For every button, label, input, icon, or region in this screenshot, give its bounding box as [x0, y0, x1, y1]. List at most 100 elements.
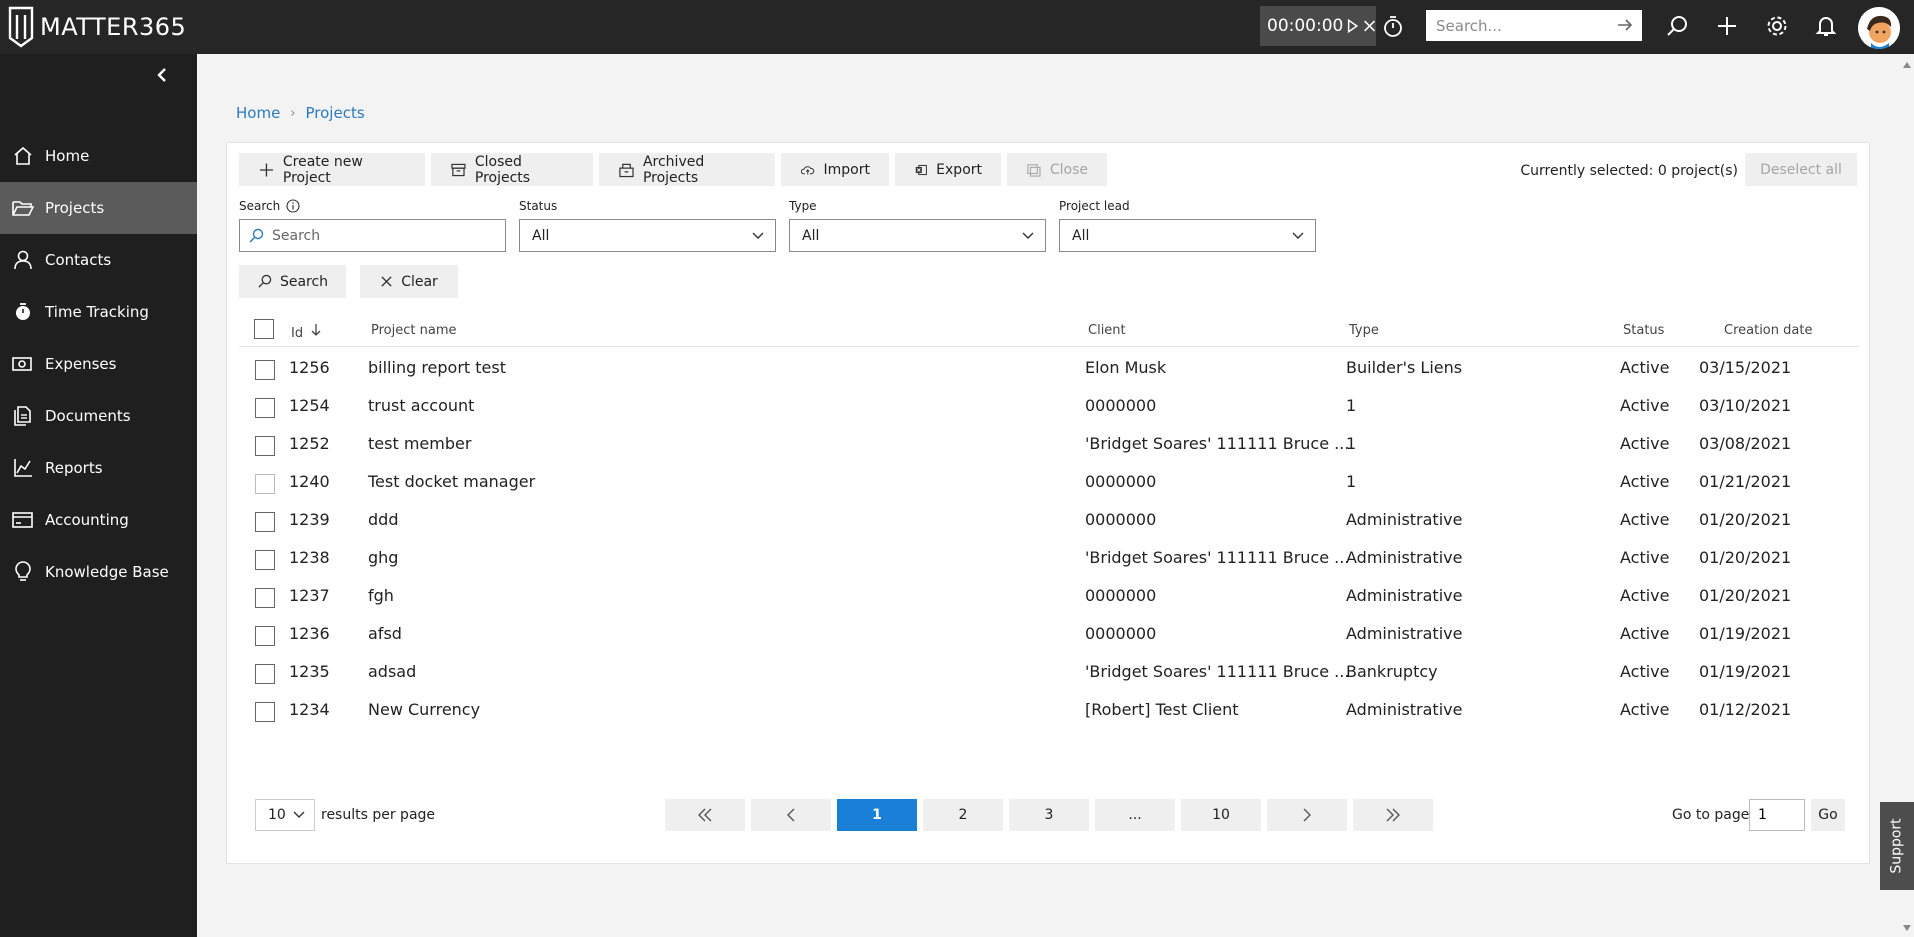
- table-row[interactable]: 1252 test member 'Bridget Soares' 111111…: [239, 426, 1859, 464]
- search-icon[interactable]: [1665, 14, 1689, 38]
- avatar[interactable]: [1858, 7, 1900, 49]
- stopwatch-icon[interactable]: [1382, 14, 1404, 38]
- info-icon[interactable]: [286, 199, 300, 213]
- scrollbar[interactable]: [1900, 56, 1914, 937]
- sidebar-item-reports[interactable]: Reports: [0, 442, 197, 494]
- column-header-type[interactable]: Type: [1349, 323, 1379, 338]
- global-search[interactable]: [1426, 10, 1642, 41]
- sidebar-item-time-tracking[interactable]: Time Tracking: [0, 286, 197, 338]
- archived-projects-button[interactable]: Archived Projects: [599, 153, 775, 186]
- first-page-button[interactable]: [665, 799, 745, 831]
- table-row[interactable]: 1254 trust account 0000000 1 Active 03/1…: [239, 388, 1859, 426]
- close-icon[interactable]: [1363, 18, 1376, 34]
- table-row[interactable]: 1235 adsad 'Bridget Soares' 111111 Bruce…: [239, 654, 1859, 692]
- arrow-right-icon[interactable]: [1616, 16, 1634, 34]
- sort-down-icon[interactable]: [311, 323, 321, 337]
- cell-project-name[interactable]: ddd: [368, 510, 398, 529]
- cell-creation-date: 01/19/2021: [1699, 624, 1792, 643]
- page-button-10[interactable]: 10: [1181, 799, 1261, 831]
- import-button[interactable]: Import: [781, 153, 889, 186]
- create-project-button[interactable]: Create new Project: [239, 153, 425, 186]
- table-row[interactable]: 1236 afsd 0000000 Administrative Active …: [239, 616, 1859, 654]
- timer-display: 00:00:00: [1267, 16, 1344, 36]
- page-button-3[interactable]: 3: [1009, 799, 1089, 831]
- cell-id: 1236: [289, 624, 330, 643]
- cell-project-name[interactable]: ghg: [368, 548, 398, 567]
- status-filter-label: Status: [519, 199, 558, 213]
- row-checkbox[interactable]: [255, 626, 275, 646]
- cell-project-name[interactable]: Test docket manager: [368, 472, 535, 491]
- column-header-status[interactable]: Status: [1623, 323, 1664, 338]
- export-button[interactable]: Export: [895, 153, 1001, 186]
- global-search-input[interactable]: [1436, 16, 1611, 35]
- search-button[interactable]: Search: [239, 265, 346, 298]
- bell-icon[interactable]: [1815, 14, 1837, 38]
- page-button-2[interactable]: 2: [923, 799, 1003, 831]
- row-checkbox[interactable]: [255, 360, 275, 380]
- column-header-creation-date[interactable]: Creation date: [1724, 323, 1812, 338]
- column-header-id[interactable]: Id: [291, 323, 321, 341]
- column-header-project-name[interactable]: Project name: [371, 323, 456, 338]
- home-icon: [14, 146, 32, 165]
- table-row[interactable]: 1234 New Currency [Robert] Test Client A…: [239, 692, 1859, 730]
- search-input[interactable]: [272, 227, 492, 244]
- cell-project-name[interactable]: New Currency: [368, 700, 480, 719]
- column-header-client[interactable]: Client: [1088, 323, 1126, 338]
- gear-icon[interactable]: [1765, 14, 1789, 38]
- row-checkbox[interactable]: [255, 398, 275, 418]
- sidebar-item-label: Reports: [45, 459, 103, 477]
- sidebar-item-contacts[interactable]: Contacts: [0, 234, 197, 286]
- sidebar-item-home[interactable]: Home: [0, 130, 197, 182]
- row-checkbox[interactable]: [255, 550, 275, 570]
- table-row[interactable]: 1238 ghg 'Bridget Soares' 111111 Bruce .…: [239, 540, 1859, 578]
- cell-project-name[interactable]: trust account: [368, 396, 474, 415]
- plus-icon[interactable]: [1715, 14, 1739, 38]
- search-filter[interactable]: [239, 219, 506, 252]
- next-page-button[interactable]: [1267, 799, 1347, 831]
- project-lead-select[interactable]: All: [1059, 219, 1316, 252]
- play-icon[interactable]: [1347, 17, 1359, 35]
- cell-project-name[interactable]: fgh: [368, 586, 394, 605]
- logo[interactable]: MATTER365: [8, 6, 186, 48]
- close-project-button[interactable]: Close: [1007, 153, 1107, 186]
- sidebar-item-accounting[interactable]: Accounting: [0, 494, 197, 546]
- deselect-all-button[interactable]: Deselect all: [1745, 153, 1857, 186]
- sidebar-item-projects[interactable]: Projects: [0, 182, 197, 234]
- row-checkbox[interactable]: [255, 512, 275, 532]
- page-ellipsis[interactable]: ...: [1095, 799, 1175, 831]
- prev-page-button[interactable]: [751, 799, 831, 831]
- sidebar-item-documents[interactable]: Documents: [0, 390, 197, 442]
- clear-button[interactable]: Clear: [360, 265, 458, 298]
- row-checkbox[interactable]: [255, 436, 275, 456]
- table-row[interactable]: 1239 ddd 0000000 Administrative Active 0…: [239, 502, 1859, 540]
- timer-widget[interactable]: 00:00:00: [1260, 6, 1376, 46]
- table-row[interactable]: 1256 billing report test Elon Musk Build…: [239, 350, 1859, 388]
- row-checkbox[interactable]: [255, 588, 275, 608]
- goto-page-button[interactable]: Go: [1811, 799, 1845, 831]
- breadcrumb-current[interactable]: Projects: [306, 104, 365, 122]
- status-select[interactable]: All: [519, 219, 776, 252]
- row-checkbox[interactable]: [255, 474, 275, 494]
- row-checkbox[interactable]: [255, 702, 275, 722]
- breadcrumb-home-link[interactable]: Home: [236, 104, 280, 122]
- sidebar-item-knowledge-base[interactable]: Knowledge Base: [0, 546, 197, 598]
- type-select[interactable]: All: [789, 219, 1046, 252]
- results-per-page-select[interactable]: 10: [255, 799, 315, 831]
- table-row[interactable]: 1240 Test docket manager 0000000 1 Activ…: [239, 464, 1859, 502]
- cell-status: Active: [1620, 396, 1670, 415]
- row-checkbox[interactable]: [255, 664, 275, 684]
- sidebar-item-expenses[interactable]: Expenses: [0, 338, 197, 390]
- closed-projects-button[interactable]: Closed Projects: [431, 153, 593, 186]
- cell-project-name[interactable]: afsd: [368, 624, 402, 643]
- goto-page-input[interactable]: [1749, 799, 1805, 831]
- table-row[interactable]: 1237 fgh 0000000 Administrative Active 0…: [239, 578, 1859, 616]
- cell-project-name[interactable]: adsad: [368, 662, 416, 681]
- page-button-1[interactable]: 1: [837, 799, 917, 831]
- top-bar: MATTER365 00:00:00: [0, 0, 1914, 54]
- select-all-checkbox[interactable]: [254, 319, 274, 339]
- cell-project-name[interactable]: billing report test: [368, 358, 506, 377]
- collapse-sidebar-icon[interactable]: [154, 66, 170, 84]
- last-page-button[interactable]: [1353, 799, 1433, 831]
- cell-id: 1235: [289, 662, 330, 681]
- cell-project-name[interactable]: test member: [368, 434, 471, 453]
